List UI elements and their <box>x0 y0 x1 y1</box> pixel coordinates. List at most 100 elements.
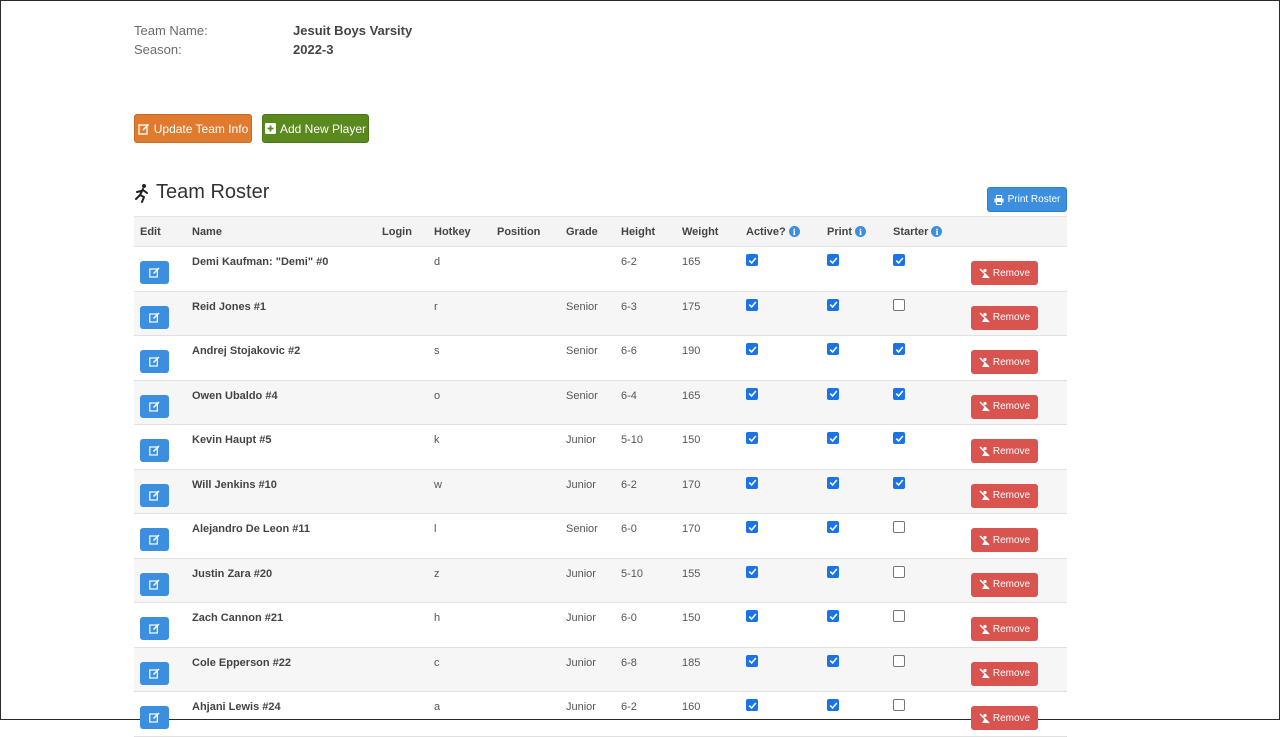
height-cell: 6-2 <box>615 692 676 737</box>
print-checkbox[interactable] <box>827 521 839 533</box>
print-checkbox[interactable] <box>827 699 839 711</box>
edit-player-button[interactable] <box>140 617 169 640</box>
print-cell <box>821 380 887 425</box>
print-checkbox[interactable] <box>827 432 839 444</box>
remove-player-button[interactable]: Remove <box>971 617 1038 641</box>
remove-player-button[interactable]: Remove <box>971 572 1038 597</box>
remove-label: Remove <box>992 668 1031 679</box>
add-new-player-label: Add New Player <box>279 121 367 136</box>
starter-checkbox[interactable] <box>893 298 905 311</box>
print-checkbox[interactable] <box>827 654 839 667</box>
info-icon[interactable]: i <box>931 226 943 238</box>
edit-player-button[interactable] <box>140 483 169 507</box>
player-height: 6-3 <box>621 300 637 313</box>
height-cell: 5-10 <box>615 558 676 603</box>
print-checkbox[interactable] <box>827 476 839 489</box>
remove-cell: Remove <box>965 380 1067 425</box>
starter-checkbox[interactable] <box>893 521 905 533</box>
print-checkbox[interactable] <box>827 565 839 578</box>
print-checkbox[interactable] <box>827 254 839 266</box>
player-hotkey: l <box>434 523 437 535</box>
player-hotkey: c <box>434 656 440 669</box>
remove-player-button[interactable]: Remove <box>971 261 1038 285</box>
player-weight: 155 <box>682 567 701 580</box>
edit-player-button[interactable] <box>140 706 169 729</box>
edit-player-button[interactable] <box>140 305 169 329</box>
remove-label: Remove <box>992 490 1031 501</box>
edit-player-button[interactable] <box>140 572 169 596</box>
print-checkbox[interactable] <box>827 610 839 622</box>
remove-player-button[interactable]: Remove <box>971 394 1038 419</box>
starter-checkbox[interactable] <box>893 254 905 266</box>
position-cell <box>491 247 560 292</box>
login-cell <box>376 425 428 470</box>
print-cell <box>821 647 887 692</box>
active-checkbox[interactable] <box>746 565 758 578</box>
starter-checkbox[interactable] <box>893 432 905 444</box>
edit-player-button[interactable] <box>140 350 169 373</box>
active-checkbox[interactable] <box>746 476 758 489</box>
player-weight: 185 <box>682 656 701 669</box>
player-height: 6-0 <box>621 612 637 624</box>
login-cell <box>376 247 428 292</box>
roster-table: Edit Name Login Hotkey Position Grade He… <box>134 216 1067 737</box>
name-cell: Owen Ubaldo #4 <box>186 380 376 425</box>
position-cell <box>491 336 560 381</box>
remove-player-button[interactable]: Remove <box>971 706 1038 730</box>
starter-checkbox[interactable] <box>893 387 905 400</box>
remove-player-button[interactable]: Remove <box>971 439 1038 463</box>
remove-user-icon <box>979 401 990 412</box>
edit-player-button[interactable] <box>140 661 169 685</box>
active-checkbox[interactable] <box>746 254 758 266</box>
remove-player-button[interactable]: Remove <box>971 528 1038 552</box>
starter-checkbox[interactable] <box>893 565 905 578</box>
hotkey-cell: h <box>428 603 491 648</box>
active-checkbox[interactable] <box>746 699 758 711</box>
print-checkbox[interactable] <box>827 387 839 400</box>
active-cell <box>740 692 821 737</box>
starter-checkbox[interactable] <box>893 654 905 667</box>
remove-player-button[interactable]: Remove <box>971 661 1038 686</box>
player-weight: 165 <box>682 256 701 268</box>
edit-player-button[interactable] <box>140 439 169 462</box>
grade-cell: Senior <box>560 514 615 559</box>
starter-checkbox[interactable] <box>893 343 905 355</box>
edit-cell <box>134 291 186 336</box>
active-checkbox[interactable] <box>746 343 758 355</box>
edit-player-button[interactable] <box>140 394 169 418</box>
update-team-info-button[interactable]: Update Team Info <box>134 114 252 143</box>
remove-player-button[interactable]: Remove <box>971 483 1038 508</box>
starter-checkbox[interactable] <box>893 699 905 711</box>
remove-player-button[interactable]: Remove <box>971 305 1038 330</box>
starter-checkbox[interactable] <box>893 610 905 622</box>
starter-checkbox[interactable] <box>893 476 905 489</box>
edit-player-button[interactable] <box>140 261 169 284</box>
remove-player-button[interactable]: Remove <box>971 350 1038 374</box>
info-icon[interactable]: i <box>855 226 867 238</box>
active-cell <box>740 380 821 425</box>
starter-cell <box>887 603 965 648</box>
hotkey-cell: a <box>428 692 491 737</box>
info-icon[interactable]: i <box>788 226 800 238</box>
player-login <box>382 603 422 612</box>
season-row: Season: 2022-3 <box>134 40 412 59</box>
remove-cell: Remove <box>965 425 1067 470</box>
edit-cell <box>134 647 186 692</box>
active-checkbox[interactable] <box>746 432 758 444</box>
hotkey-cell: l <box>428 514 491 559</box>
login-cell <box>376 336 428 381</box>
active-checkbox[interactable] <box>746 610 758 622</box>
player-login <box>382 514 422 523</box>
login-cell <box>376 380 428 425</box>
active-checkbox[interactable] <box>746 298 758 311</box>
print-checkbox[interactable] <box>827 343 839 355</box>
update-team-info-label: Update Team Info <box>153 121 249 136</box>
print-checkbox[interactable] <box>827 298 839 311</box>
active-checkbox[interactable] <box>746 521 758 533</box>
active-checkbox[interactable] <box>746 654 758 667</box>
remove-cell: Remove <box>965 692 1067 737</box>
print-roster-button[interactable]: Print Roster <box>987 187 1067 212</box>
edit-player-button[interactable] <box>140 528 169 551</box>
active-checkbox[interactable] <box>746 387 758 400</box>
add-new-player-button[interactable]: Add New Player <box>262 114 369 143</box>
